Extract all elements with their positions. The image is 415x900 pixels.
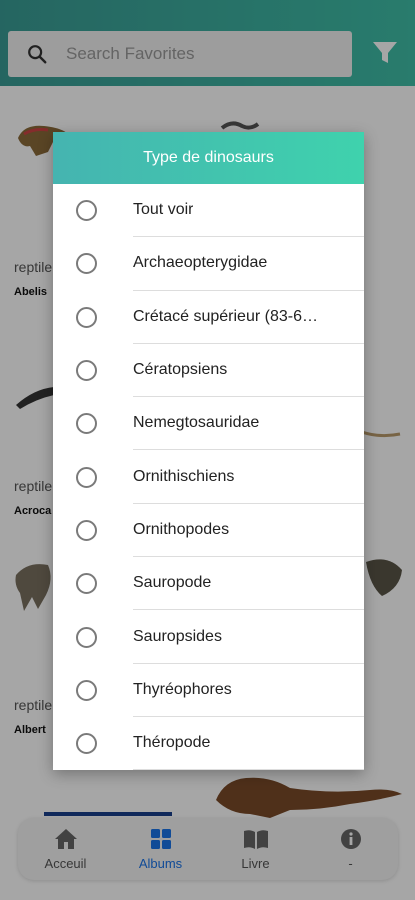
radio-button[interactable] (76, 626, 97, 648)
option-ornithopodes[interactable]: Ornithopodes (53, 504, 364, 558)
radio-button[interactable] (76, 306, 97, 328)
option-label: Cératopsiens (133, 361, 228, 379)
option-label: Nemegtosauridae (133, 414, 260, 432)
option-label: Sauropode (133, 574, 212, 592)
option-label: Tout voir (133, 201, 194, 219)
option-thyreophores[interactable]: Thyréophores (53, 664, 364, 717)
option-label: Thyréophores (133, 680, 232, 698)
option-label: Théropode (133, 734, 211, 752)
dialog-title: Type de dinosaurs (53, 132, 364, 184)
radio-button[interactable] (76, 573, 97, 595)
option-ceratopsiens[interactable]: Cératopsiens (53, 344, 364, 398)
option-tout-voir[interactable]: Tout voir (53, 184, 364, 238)
radio-button[interactable] (76, 360, 97, 382)
option-cretace-superieur[interactable]: Crétacé supérieur (83-6… (53, 291, 364, 344)
option-nemegtosauridae[interactable]: Nemegtosauridae (53, 397, 364, 451)
radio-button[interactable] (76, 413, 97, 435)
option-label: Crétacé supérieur (83-6… (133, 307, 318, 325)
option-label: Ornithischiens (133, 467, 235, 485)
dinosaur-type-dialog: Type de dinosaurs Tout voir Archaeoptery… (53, 132, 364, 770)
radio-button[interactable] (76, 253, 97, 275)
option-ornithischiens[interactable]: Ornithischiens (53, 450, 364, 504)
option-label: Ornithopodes (133, 520, 230, 538)
radio-button[interactable] (76, 733, 97, 755)
option-archaeopterygidae[interactable]: Archaeopterygidae (53, 237, 364, 291)
option-sauropsides[interactable]: Sauropsides (53, 610, 364, 664)
radio-button[interactable] (76, 679, 97, 701)
option-label: Sauropsides (133, 627, 222, 645)
option-sauropode[interactable]: Sauropode (53, 557, 364, 611)
radio-button[interactable] (76, 466, 97, 488)
option-label: Archaeopterygidae (133, 254, 268, 272)
option-theropode[interactable]: Théropode (53, 717, 364, 770)
radio-button[interactable] (76, 200, 97, 222)
radio-button[interactable] (76, 519, 97, 541)
options-list: Tout voir Archaeopterygidae Crétacé supé… (53, 184, 364, 770)
